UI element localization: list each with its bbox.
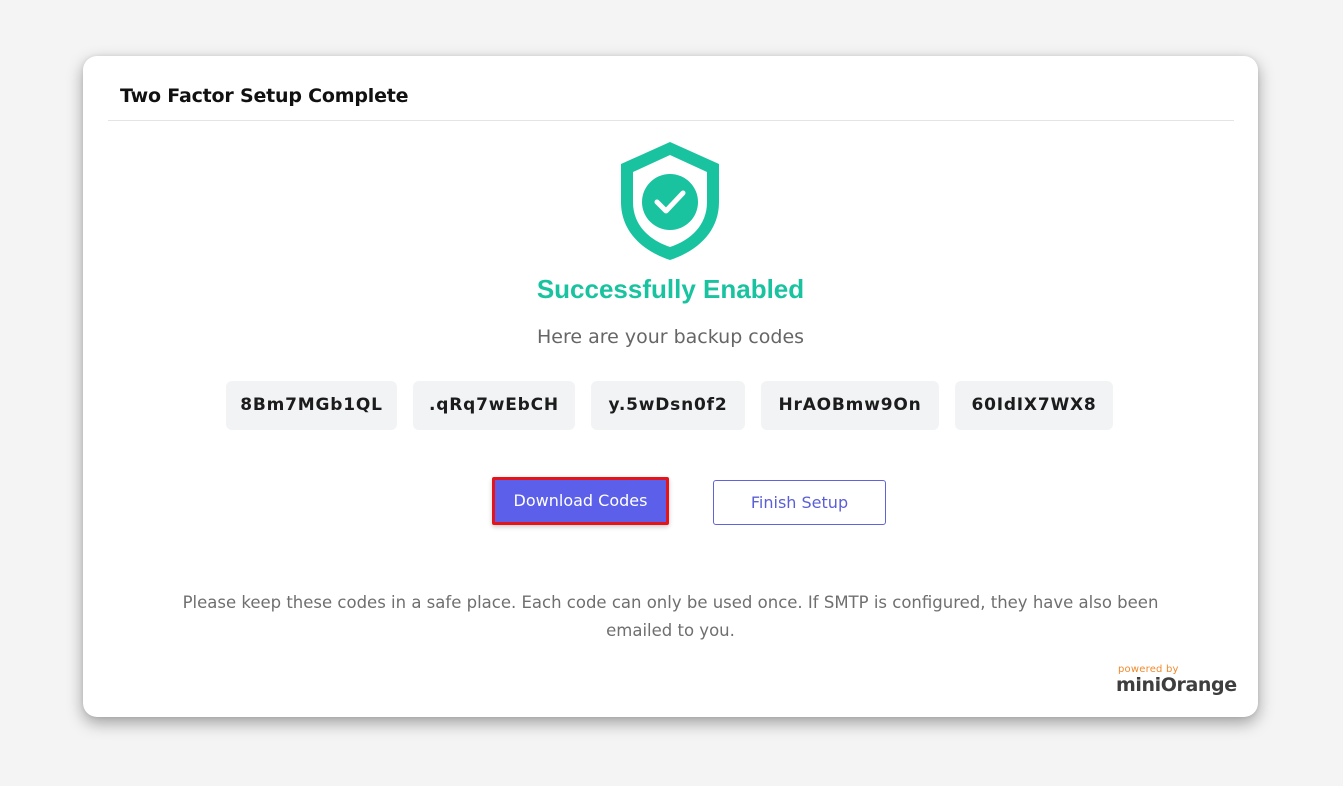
success-status: Successfully Enabled [536,274,805,304]
shield-check-icon [621,142,719,260]
safekeeping-note: Please keep these codes in a safe place.… [182,593,1159,640]
finish-setup-button[interactable]: Finish Setup [713,480,886,525]
two-factor-setup-card: Two Factor Setup Complete Successfully E… [83,56,1258,717]
download-codes-button[interactable]: Download Codes [492,477,669,525]
title-divider [108,120,1234,121]
backup-code: y.5wDsn0f2 [591,381,745,430]
backup-codes-subtitle: Here are your backup codes [536,326,805,348]
card-title: Two Factor Setup Complete [120,85,409,107]
backup-code: .qRq7wEbCH [413,381,575,430]
brand-logo: miniOrange [1116,674,1237,696]
backup-code: 8Bm7MGb1QL [226,381,397,430]
backup-code: 60IdIX7WX8 [955,381,1113,430]
backup-code: HrAOBmw9On [761,381,939,430]
miniorange-branding: powered by miniOrange [1113,662,1237,698]
